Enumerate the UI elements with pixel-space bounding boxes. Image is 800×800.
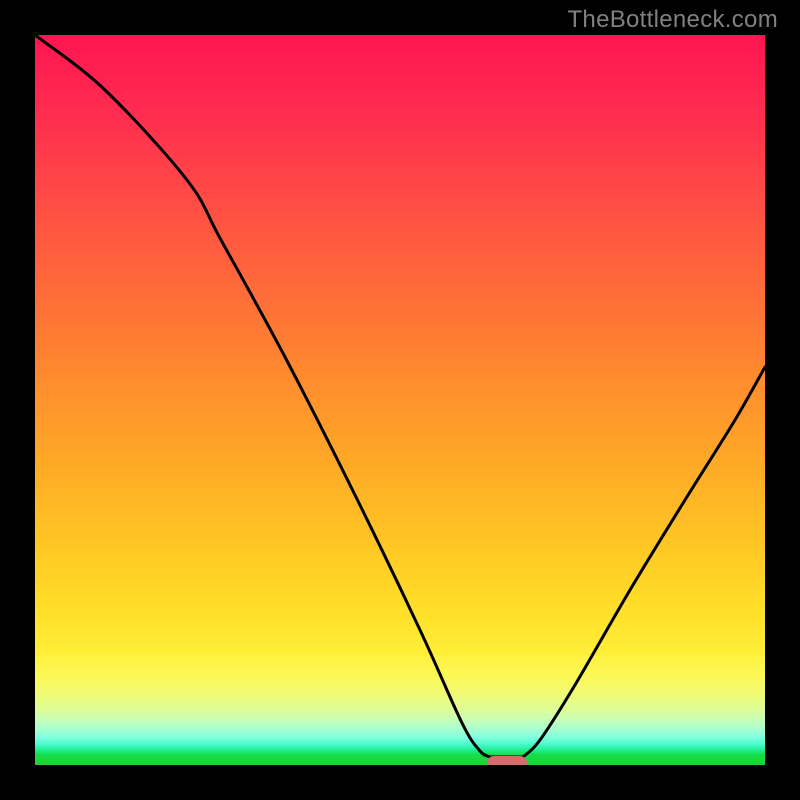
optimal-marker [487,756,527,765]
bottleneck-curve [35,35,765,757]
chart-container: TheBottleneck.com [0,0,800,800]
curve-layer [35,35,765,765]
watermark-text: TheBottleneck.com [567,6,778,34]
plot-area [35,35,765,765]
